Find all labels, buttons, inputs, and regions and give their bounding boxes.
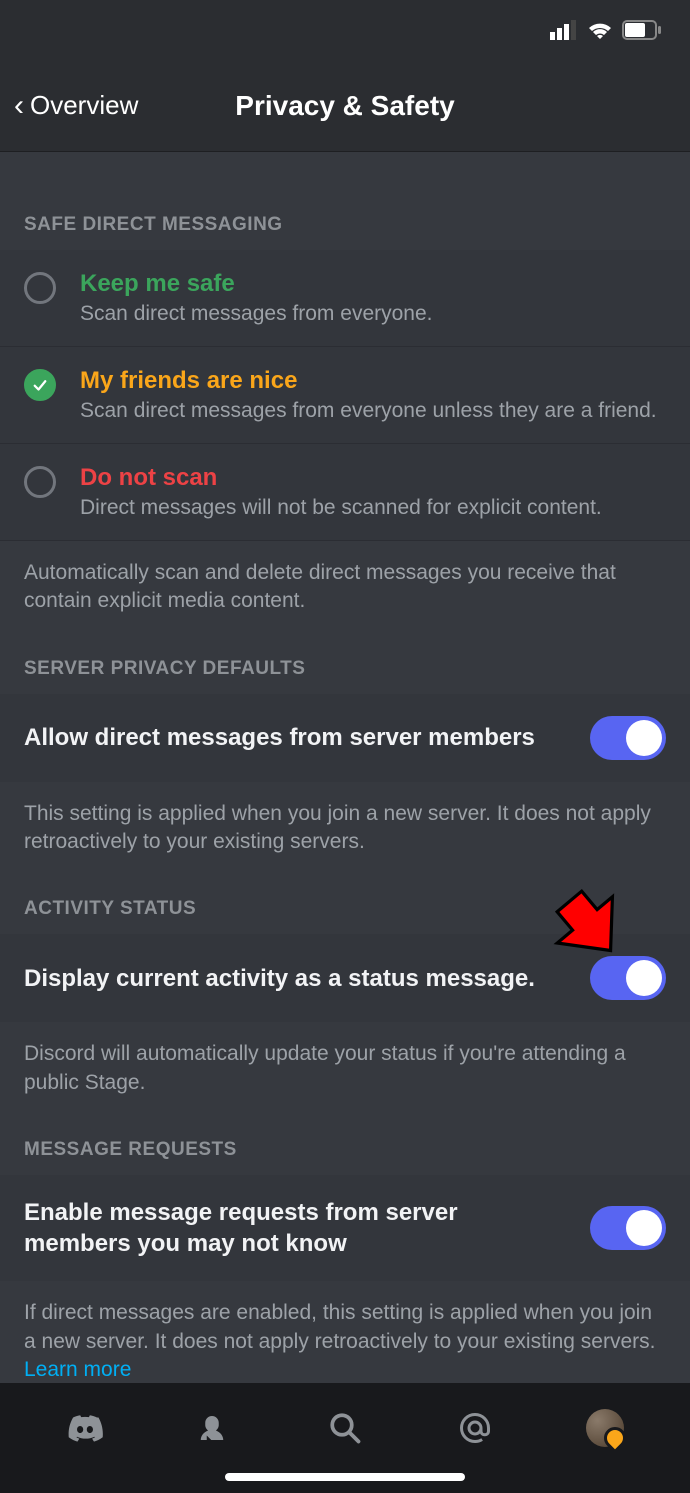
back-label: Overview	[30, 90, 138, 121]
radio-icon	[24, 466, 56, 498]
discord-icon	[67, 1410, 103, 1446]
battery-icon	[622, 20, 662, 40]
chevron-left-icon: ‹	[14, 91, 24, 121]
radio-do-not-scan[interactable]: Do not scan Direct messages will not be …	[0, 444, 690, 541]
radio-sub: Direct messages will not be scanned for …	[80, 496, 602, 520]
activity-description: Discord will automatically update your s…	[0, 1022, 690, 1125]
content[interactable]: SAFE DIRECT MESSAGING Keep me safe Scan …	[0, 152, 690, 1383]
spd-description: This setting is applied when you join a …	[0, 782, 690, 885]
toggle-switch[interactable]	[590, 716, 666, 760]
avatar	[586, 1409, 624, 1447]
radio-sub: Scan direct messages from everyone unles…	[80, 399, 657, 423]
home-indicator[interactable]	[225, 1473, 465, 1481]
toggle-switch[interactable]	[590, 956, 666, 1000]
radio-title: Do not scan	[80, 464, 602, 492]
section-header-spd: SERVER PRIVACY DEFAULTS	[0, 644, 690, 694]
radio-keep-me-safe[interactable]: Keep me safe Scan direct messages from e…	[0, 250, 690, 347]
section-header-msgreq: MESSAGE REQUESTS	[0, 1125, 690, 1175]
toggle-activity-status[interactable]: Display current activity as a status mes…	[0, 934, 690, 1022]
toggle-label: Display current activity as a status mes…	[24, 963, 570, 994]
friends-icon	[197, 1410, 233, 1446]
search-icon	[327, 1410, 363, 1446]
radio-my-friends-are-nice[interactable]: My friends are nice Scan direct messages…	[0, 347, 690, 444]
back-button[interactable]: ‹ Overview	[0, 90, 138, 121]
tab-discord[interactable]	[65, 1408, 105, 1448]
toggle-message-requests[interactable]: Enable message requests from server memb…	[0, 1175, 690, 1281]
msgreq-description: If direct messages are enabled, this set…	[0, 1281, 690, 1383]
radio-icon-checked	[24, 369, 56, 401]
sdm-description: Automatically scan and delete direct mes…	[0, 541, 690, 644]
at-icon	[457, 1410, 493, 1446]
radio-title: Keep me safe	[80, 270, 433, 298]
section-header-activity: ACTIVITY STATUS	[0, 884, 690, 934]
toggle-label: Enable message requests from server memb…	[24, 1197, 570, 1259]
wifi-icon	[586, 19, 614, 41]
radio-icon	[24, 272, 56, 304]
tab-bar	[0, 1383, 690, 1493]
tab-search[interactable]	[325, 1408, 365, 1448]
cellular-icon	[550, 20, 578, 40]
section-header-sdm: SAFE DIRECT MESSAGING	[0, 200, 690, 250]
header: ‹ Overview Privacy & Safety	[0, 60, 690, 152]
tab-mentions[interactable]	[455, 1408, 495, 1448]
learn-more-link[interactable]: Learn more	[24, 1358, 131, 1381]
toggle-switch[interactable]	[590, 1206, 666, 1250]
status-icons	[550, 19, 662, 41]
radio-title: My friends are nice	[80, 367, 657, 395]
toggle-allow-dms[interactable]: Allow direct messages from server member…	[0, 694, 690, 782]
tab-friends[interactable]	[195, 1408, 235, 1448]
screen: ‹ Overview Privacy & Safety SAFE DIRECT …	[0, 0, 690, 1493]
radio-sub: Scan direct messages from everyone.	[80, 302, 433, 326]
check-icon	[31, 376, 49, 394]
status-bar	[0, 0, 690, 60]
toggle-label: Allow direct messages from server member…	[24, 722, 570, 753]
tab-profile[interactable]	[585, 1408, 625, 1448]
